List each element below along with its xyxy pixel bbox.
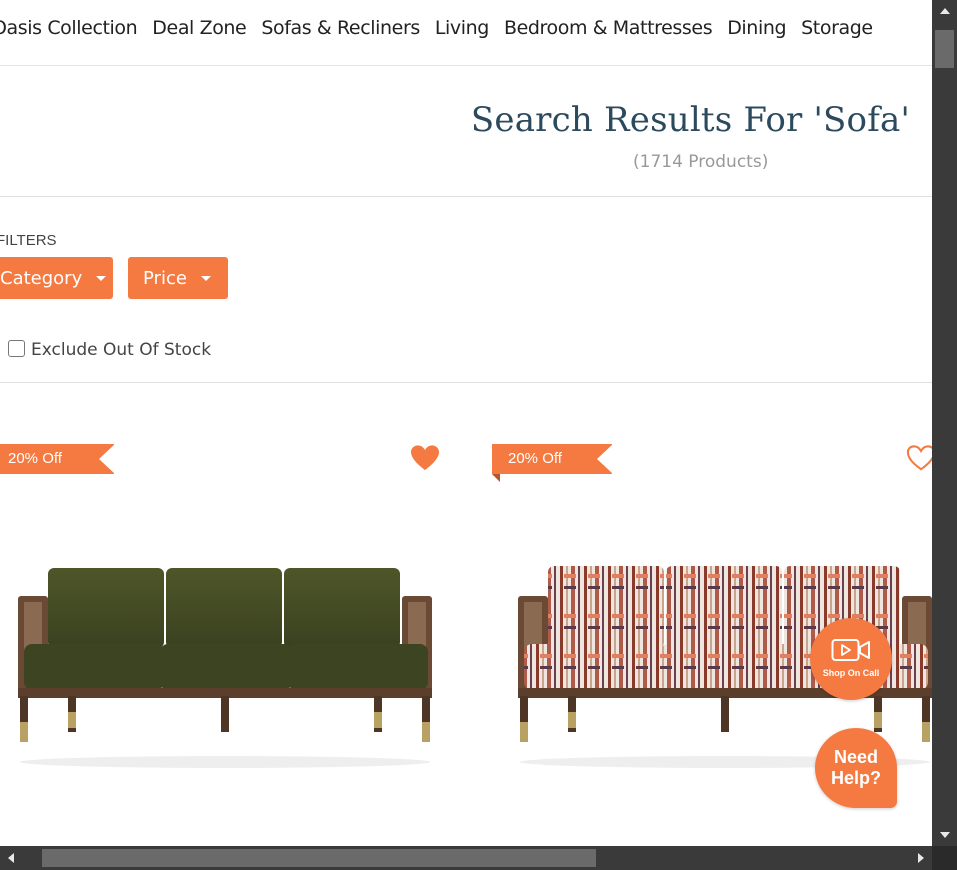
divider [0, 196, 932, 197]
vertical-scroll-thumb[interactable] [935, 30, 954, 68]
ribbon-fold [492, 474, 500, 482]
nav-item-living[interactable]: Living [435, 17, 489, 39]
exclude-out-of-stock-label: Exclude Out Of Stock [31, 340, 212, 360]
nav-item-bedroom-mattresses[interactable]: Bedroom & Mattresses [504, 17, 713, 39]
need-help-button[interactable]: Need Help? [815, 728, 897, 808]
scroll-right-arrow-icon[interactable] [918, 853, 924, 863]
price-filter-button[interactable]: Price [128, 257, 228, 299]
top-nav: Oasis Collection Deal Zone Sofas & Recli… [0, 0, 932, 66]
horizontal-scrollbar[interactable] [0, 846, 932, 870]
wishlist-heart-outline-icon[interactable] [906, 444, 932, 472]
chevron-down-icon [96, 275, 107, 281]
product-count: (1714 Products) [633, 152, 769, 172]
product-image-olive-sofa[interactable] [10, 560, 440, 770]
video-camera-icon [831, 639, 870, 661]
shop-on-call-label: Shop On Call [822, 668, 880, 678]
horizontal-scroll-thumb[interactable] [42, 849, 596, 867]
product-card[interactable]: 20% Off [0, 440, 460, 820]
nav-items: Oasis Collection Deal Zone Sofas & Recli… [0, 17, 888, 39]
page-viewport: Oasis Collection Deal Zone Sofas & Recli… [0, 0, 932, 846]
nav-item-storage[interactable]: Storage [801, 17, 873, 39]
search-results-title: Search Results For 'Sofa' [470, 100, 910, 140]
scroll-left-arrow-icon[interactable] [8, 853, 14, 863]
chevron-down-icon [200, 275, 211, 281]
nav-item-dining[interactable]: Dining [727, 17, 786, 39]
divider [0, 382, 932, 383]
discount-badge: 20% Off [0, 444, 115, 474]
category-filter-button[interactable]: Category [0, 257, 113, 299]
price-filter-label: Price [143, 267, 187, 289]
exclude-out-of-stock-toggle[interactable]: Exclude Out Of Stock [8, 339, 212, 360]
exclude-out-of-stock-checkbox[interactable] [8, 339, 25, 357]
category-filter-label: Category [0, 267, 83, 289]
vertical-scrollbar[interactable] [932, 0, 957, 846]
nav-item-deal-zone[interactable]: Deal Zone [152, 17, 246, 39]
scroll-down-arrow-icon[interactable] [940, 832, 950, 838]
scroll-up-arrow-icon[interactable] [940, 8, 950, 14]
discount-badge: 20% Off [492, 444, 613, 474]
need-help-label: Need Help? [830, 747, 881, 788]
shop-on-call-button[interactable]: Shop On Call [810, 618, 892, 700]
filters-label: FILTERS [0, 232, 57, 249]
nav-item-sofas-recliners[interactable]: Sofas & Recliners [261, 17, 420, 39]
wishlist-heart-filled-icon[interactable] [410, 444, 440, 472]
scrollbar-corner [932, 846, 957, 870]
nav-item-oasis-collection[interactable]: Oasis Collection [0, 17, 138, 39]
